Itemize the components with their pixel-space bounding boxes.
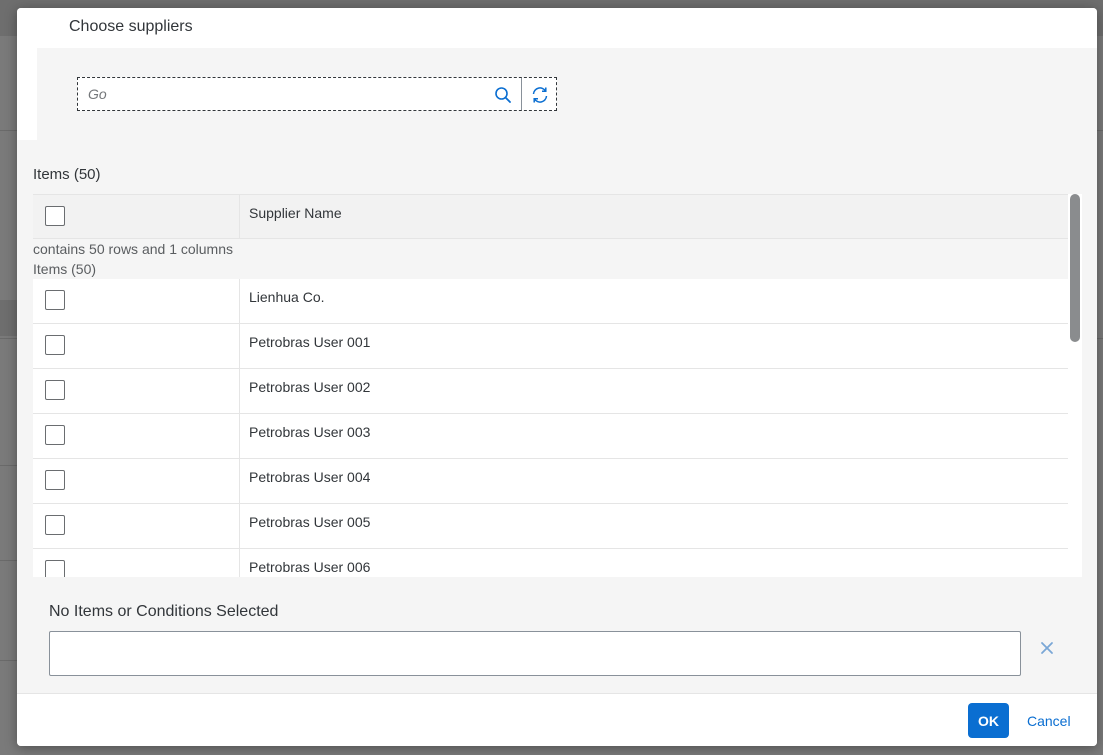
filterbar-gutter: [17, 48, 37, 140]
select-all-checkbox[interactable]: [45, 206, 65, 226]
search-icon[interactable]: [494, 86, 512, 104]
background-panel: [0, 300, 17, 336]
column-header-supplier-name[interactable]: Supplier Name: [249, 205, 342, 221]
supplier-name-cell: Petrobras User 002: [249, 379, 371, 395]
choose-suppliers-dialog: Choose suppliers Items (50) Supplier Na: [17, 8, 1097, 746]
supplier-name-cell: Petrobras User 004: [249, 469, 371, 485]
supplier-name-cell: Petrobras User 001: [249, 334, 371, 350]
background-divider: [0, 660, 17, 661]
row-checkbox[interactable]: [45, 380, 65, 400]
refresh-icon[interactable]: [530, 85, 550, 105]
dialog-title: Choose suppliers: [69, 18, 193, 35]
column-divider: [239, 324, 240, 368]
search-divider: [521, 78, 522, 110]
table-info-summary: contains 50 rows and 1 columns: [33, 241, 233, 257]
table-row[interactable]: Lienhua Co.: [33, 279, 1068, 324]
row-checkbox[interactable]: [45, 335, 65, 355]
search-input[interactable]: [78, 78, 498, 110]
items-title: Items (50): [33, 166, 101, 183]
selected-items-title: No Items or Conditions Selected: [49, 603, 279, 620]
table-scrollbar[interactable]: [1068, 194, 1082, 577]
cancel-button[interactable]: Cancel: [1019, 703, 1079, 738]
row-checkbox[interactable]: [45, 425, 65, 445]
scrollbar-thumb[interactable]: [1070, 194, 1080, 342]
table-info: contains 50 rows and 1 columns Items (50…: [33, 239, 1068, 279]
table-row[interactable]: Petrobras User 003: [33, 414, 1068, 459]
table-row[interactable]: Petrobras User 001: [33, 324, 1068, 369]
supplier-name-cell: Petrobras User 006: [249, 559, 371, 575]
table-row[interactable]: Petrobras User 004: [33, 459, 1068, 504]
column-divider: [239, 504, 240, 548]
table-body: Lienhua Co. Petrobras User 001 Petrobras…: [33, 279, 1068, 577]
background-divider: [0, 560, 17, 561]
column-divider: [239, 195, 240, 238]
column-divider: [239, 279, 240, 323]
row-checkbox[interactable]: [45, 560, 65, 577]
column-divider: [239, 549, 240, 577]
dialog-footer: OK Cancel: [17, 693, 1097, 746]
table-row[interactable]: Petrobras User 006: [33, 549, 1068, 577]
column-divider: [239, 369, 240, 413]
search-field: [77, 77, 557, 111]
supplier-name-cell: Petrobras User 005: [249, 514, 371, 530]
dialog-header: Choose suppliers: [17, 8, 1097, 48]
table-info-title: Items (50): [33, 261, 97, 277]
table-row[interactable]: Petrobras User 002: [33, 369, 1068, 414]
table-row[interactable]: Petrobras User 005: [33, 504, 1068, 549]
column-divider: [239, 414, 240, 458]
supplier-name-cell: Petrobras User 003: [249, 424, 371, 440]
ok-button[interactable]: OK: [968, 703, 1009, 738]
clear-selection-icon[interactable]: [1039, 640, 1055, 656]
row-checkbox[interactable]: [45, 290, 65, 310]
suppliers-table: Supplier Name contains 50 rows and 1 col…: [33, 194, 1068, 577]
selected-items-tokenizer[interactable]: [49, 631, 1021, 676]
supplier-name-cell: Lienhua Co.: [249, 289, 325, 305]
background-divider: [0, 465, 17, 466]
row-checkbox[interactable]: [45, 470, 65, 490]
table-header: Supplier Name: [33, 194, 1068, 239]
row-checkbox[interactable]: [45, 515, 65, 535]
column-divider: [239, 459, 240, 503]
